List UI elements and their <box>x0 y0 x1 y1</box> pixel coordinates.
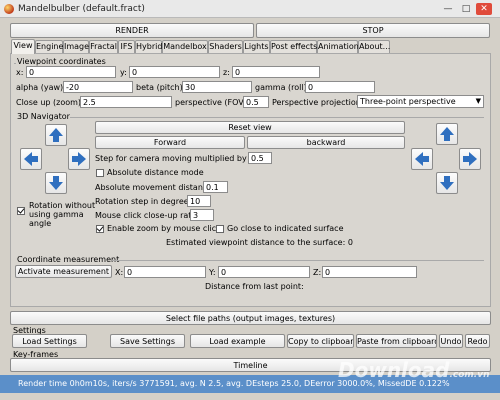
chevron-down-icon: ▼ <box>475 97 481 105</box>
close-icon[interactable]: ✕ <box>476 3 492 15</box>
window-title: Mandelbulber (default.fract) <box>18 4 145 14</box>
rotate-down-button[interactable] <box>436 172 458 194</box>
z-label: z: <box>223 68 230 77</box>
arrow-left-icon <box>415 152 429 166</box>
maximize-icon[interactable]: □ <box>459 3 473 15</box>
reset-view-button[interactable]: Reset view <box>95 121 405 134</box>
tab-image[interactable]: Image <box>63 40 89 53</box>
tab-fractal[interactable]: Fractal <box>89 40 118 53</box>
watermark-logo: Download.com.vn <box>338 358 490 382</box>
tab-mandelbox[interactable]: Mandelbox <box>162 40 208 53</box>
backward-button[interactable]: backward <box>247 136 405 149</box>
app-icon <box>4 4 14 14</box>
projection-select[interactable]: Three-point perspective ▼ <box>357 95 484 108</box>
navigator-heading: 3D Navigator <box>17 112 70 121</box>
minimize-icon[interactable]: — <box>441 3 455 15</box>
enable-zoom-label: Enable zoom by mouse click <box>107 224 221 233</box>
arrow-up-icon <box>49 128 63 142</box>
measure-z-label: Z: <box>313 268 322 277</box>
step-field[interactable]: 0.5 <box>248 152 272 164</box>
measure-y-field[interactable]: 0 <box>218 266 310 278</box>
x-label: x: <box>16 68 24 77</box>
absolute-distance-checkbox[interactable] <box>96 169 104 177</box>
z-field[interactable]: 0 <box>232 66 320 78</box>
measure-z-field[interactable]: 0 <box>322 266 417 278</box>
distance-label: Distance from last point: <box>205 282 304 291</box>
redo-button[interactable]: Redo <box>465 334 490 348</box>
closeup-ratio-label: Mouse click close-up ratio <box>95 211 199 220</box>
tab-lights[interactable]: Lights <box>243 40 270 53</box>
enable-zoom-checkbox[interactable] <box>96 225 104 233</box>
y-label: y: <box>120 68 127 77</box>
measure-x-label: X: <box>115 268 124 277</box>
beta-label: beta (pitch): <box>136 83 186 92</box>
tab-hybrid[interactable]: Hybrid <box>135 40 162 53</box>
rotate-right-button[interactable] <box>459 148 481 170</box>
rotation-step-field[interactable]: 10 <box>187 195 211 207</box>
absolute-distance-label: Absolute distance mode <box>107 168 204 177</box>
abs-move-label: Absolute movement distance: <box>95 183 215 192</box>
move-down-button[interactable] <box>45 172 67 194</box>
closeup-label: Close up (zoom): <box>16 98 84 107</box>
beta-field[interactable]: 30 <box>182 81 252 93</box>
arrow-down-icon <box>440 176 454 190</box>
forward-button[interactable]: Forward <box>95 136 245 149</box>
gamma-field[interactable]: 0 <box>305 81 375 93</box>
save-settings-button[interactable]: Save Settings <box>110 334 185 348</box>
rotate-up-button[interactable] <box>436 123 458 145</box>
tab-ifs[interactable]: IFS <box>118 40 135 53</box>
x-field[interactable]: 0 <box>26 66 116 78</box>
y-field[interactable]: 0 <box>129 66 220 78</box>
load-example-button[interactable]: Load example <box>190 334 285 348</box>
undo-button[interactable]: Undo <box>439 334 463 348</box>
load-settings-button[interactable]: Load Settings <box>12 334 87 348</box>
tab-view[interactable]: View <box>11 39 35 54</box>
fov-label: perspective (FOV): <box>175 98 250 107</box>
activate-measurement-button[interactable]: Activate measurement <box>15 265 112 278</box>
measurement-heading: Coordinate measurement <box>17 255 120 264</box>
paste-clipboard-button[interactable]: Paste from clipboard <box>356 334 437 348</box>
closeup-field[interactable]: 2.5 <box>80 96 172 108</box>
abs-move-field[interactable]: 0.1 <box>203 181 228 193</box>
move-up-button[interactable] <box>45 124 67 146</box>
estimated-distance-text: Estimated viewpoint distance to the surf… <box>166 238 353 247</box>
arrow-up-icon <box>440 127 454 141</box>
arrow-right-icon <box>72 152 86 166</box>
alpha-field[interactable]: -20 <box>63 81 133 93</box>
gamma-label: gamma (roll): <box>255 83 310 92</box>
rotation-step-label: Rotation step in degrees <box>95 197 193 206</box>
tab-about[interactable]: About... <box>358 40 390 53</box>
tab-animation[interactable]: Animation <box>317 40 359 53</box>
rotate-left-button[interactable] <box>411 148 433 170</box>
go-close-checkbox[interactable] <box>216 225 224 233</box>
tab-engine[interactable]: Engine <box>35 40 63 53</box>
closeup-ratio-field[interactable]: 3 <box>190 209 214 221</box>
copy-clipboard-button[interactable]: Copy to clipboard <box>287 334 354 348</box>
fov-field[interactable]: 0.5 <box>243 96 269 108</box>
measure-y-label: Y: <box>209 268 216 277</box>
title-bar: Mandelbulber (default.fract) — □ ✕ <box>0 0 500 18</box>
projection-value: Three-point perspective <box>360 97 456 106</box>
alpha-label: alpha (yaw): <box>16 83 66 92</box>
move-right-button[interactable] <box>68 148 90 170</box>
select-file-paths-button[interactable]: Select file paths (output images, textur… <box>10 311 491 325</box>
go-close-label: Go close to indicated surface <box>227 224 344 233</box>
step-label: Step for camera moving multiplied by DE: <box>95 154 264 163</box>
render-button[interactable]: RENDER <box>10 23 254 38</box>
measure-x-field[interactable]: 0 <box>124 266 206 278</box>
projection-label: Perspective projection: <box>272 98 364 107</box>
arrow-down-icon <box>49 176 63 190</box>
move-left-button[interactable] <box>20 148 42 170</box>
arrow-left-icon <box>24 152 38 166</box>
arrow-right-icon <box>463 152 477 166</box>
stop-button[interactable]: STOP <box>256 23 490 38</box>
rotation-gamma-label: Rotation without using gamma angle <box>29 201 96 228</box>
tab-shaders[interactable]: Shaders <box>208 40 243 53</box>
tab-post-effects[interactable]: Post effects <box>270 40 317 53</box>
rotation-gamma-checkbox[interactable] <box>17 207 25 215</box>
